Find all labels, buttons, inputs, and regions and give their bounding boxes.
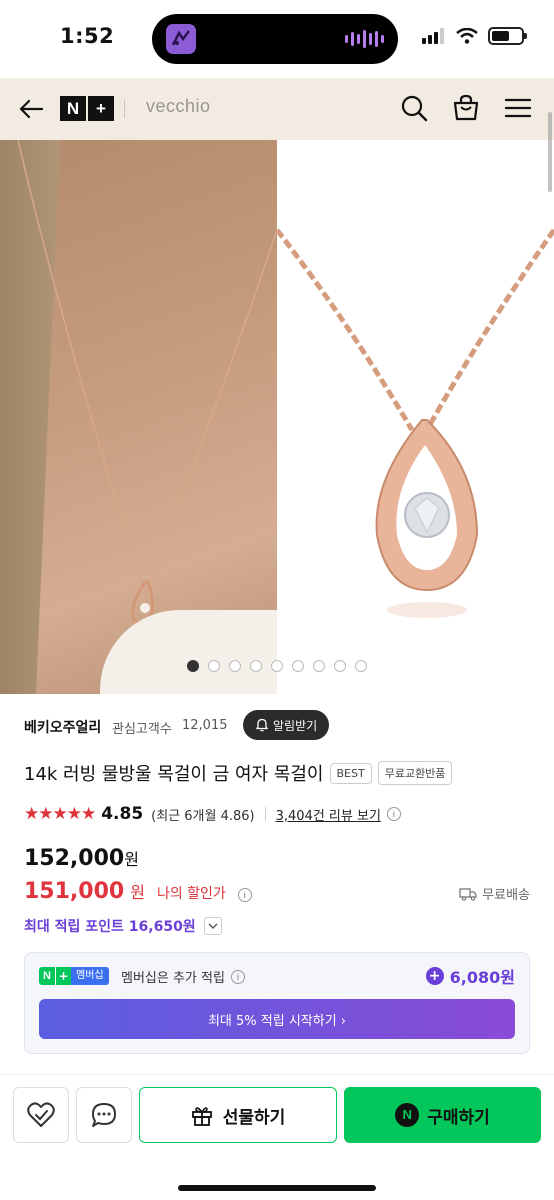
pendant-image (277, 228, 554, 618)
free-return-tag: 무료교환반품 (377, 761, 453, 785)
carousel-dot[interactable] (334, 660, 346, 672)
carousel-dot[interactable] (250, 660, 262, 672)
membership-badge: N + 멤버십 (39, 967, 109, 985)
audio-wave-icon (345, 29, 384, 49)
carousel-dots[interactable] (0, 660, 554, 672)
gift-icon (191, 1107, 212, 1126)
carousel-dot[interactable] (292, 660, 304, 672)
pendant-closeup (277, 140, 554, 694)
carousel-dot[interactable] (355, 660, 367, 672)
carousel-dot[interactable] (271, 660, 283, 672)
membership-text: 멤버십은 추가 적립 i (121, 967, 245, 986)
signal-icon (422, 28, 444, 44)
now-playing-app-icon (166, 24, 196, 54)
store-name[interactable]: 베키오주얼리 (24, 717, 101, 737)
star-rating-icon: ★★★★★ (24, 804, 96, 824)
fans-label: 관심고객수 (112, 722, 172, 737)
carousel-dot[interactable] (187, 660, 199, 672)
max-points-text: 최대 적립 포인트 16,650원 (24, 919, 196, 935)
review-link[interactable]: 3,404건 리뷰 보기 (276, 805, 381, 824)
nplus-logo[interactable]: N + (60, 96, 114, 121)
dynamic-island (152, 14, 398, 64)
discount-info-icon[interactable]: i (237, 888, 252, 902)
nav-divider (124, 100, 125, 118)
membership-points-value: 6,080원 (449, 968, 515, 987)
membership-points: + 6,080원 (425, 964, 515, 988)
title-row: 14k 러빙 물방울 목걸이 금 여자 목걸이 BEST 무료교환반품 (24, 760, 534, 786)
notify-label: 알림받기 (273, 718, 318, 733)
truck-icon (459, 887, 477, 901)
rating-row: ★★★★★ 4.85 (최근 6개월 4.86) 3,404건 리뷰 보기 i (24, 804, 534, 824)
back-arrow-icon[interactable] (16, 94, 46, 124)
battery-icon (488, 27, 527, 45)
membership-start-button[interactable]: 최대 5% 적립 시작하기 › (39, 999, 515, 1039)
chevron-down-icon[interactable] (203, 917, 222, 935)
sale-price-row: 151,000 원 나의 할인가 i (24, 879, 252, 904)
rating-recent: (최근 6개월 4.86) (151, 808, 255, 824)
menu-icon[interactable] (502, 92, 534, 124)
product-image-carousel[interactable] (0, 140, 554, 694)
plus-circle-icon: + (425, 967, 444, 985)
original-price-unit: 원 (124, 850, 139, 869)
talk-button[interactable] (76, 1087, 132, 1143)
buy-button[interactable]: N 구매하기 (344, 1087, 541, 1143)
logo-plus: + (88, 96, 114, 121)
gift-label: 선물하기 (222, 1107, 286, 1128)
rating-score: 4.85 (101, 804, 144, 824)
carousel-dot[interactable] (229, 660, 241, 672)
top-nav: N + vecchio (0, 78, 554, 140)
original-price-value: 152,000 (24, 846, 125, 871)
chat-bubble-icon (92, 1103, 116, 1127)
product-title: 14k 러빙 물방울 목걸이 금 여자 목걸이 (24, 764, 324, 785)
best-tag: BEST (329, 762, 372, 784)
membership-box: N + 멤버십 멤버십은 추가 적립 i + 6,080원 최대 5% 적립 시… (24, 952, 530, 1054)
sale-price-value: 151,000 (24, 879, 125, 904)
my-discount-label: 나의 할인가 (156, 886, 226, 902)
status-time: 1:52 (60, 24, 115, 48)
membership-info-icon[interactable]: i (230, 969, 245, 984)
status-icons (422, 27, 527, 45)
carousel-dot[interactable] (208, 660, 220, 672)
heart-check-icon (27, 1102, 55, 1127)
scroll-indicator[interactable] (548, 112, 552, 192)
shopping-bag-icon[interactable] (450, 92, 482, 124)
wishlist-button[interactable] (13, 1087, 69, 1143)
delivery-info: 무료배송 (459, 884, 530, 903)
store-row: 베키오주얼리 관심고객수 12,015 알림받기 (24, 710, 534, 742)
wifi-icon (456, 28, 478, 44)
bottom-action-bar: 선물하기 N 구매하기 (0, 1074, 554, 1200)
original-price: 152,000원 (24, 846, 139, 871)
status-bar: 1:52 (0, 0, 554, 78)
carousel-dot[interactable] (313, 660, 325, 672)
home-indicator[interactable] (178, 1185, 376, 1191)
logo-n: N (60, 96, 86, 121)
delivery-label: 무료배송 (482, 888, 530, 903)
buy-label: 구매하기 (427, 1107, 490, 1128)
bell-plus-icon (255, 718, 269, 732)
search-icon[interactable] (398, 92, 430, 124)
naverpay-n-icon: N (395, 1103, 420, 1127)
sale-price-unit: 원 (130, 883, 145, 902)
notify-button[interactable]: 알림받기 (243, 710, 330, 740)
fans-count: 12,015 (182, 718, 228, 733)
rating-divider (264, 807, 266, 821)
model-photo (0, 140, 277, 694)
info-icon[interactable]: i (386, 807, 401, 821)
brand-name[interactable]: vecchio (146, 96, 211, 117)
gift-button[interactable]: 선물하기 (139, 1087, 337, 1143)
points-row[interactable]: 최대 적립 포인트 16,650원 (24, 916, 222, 936)
